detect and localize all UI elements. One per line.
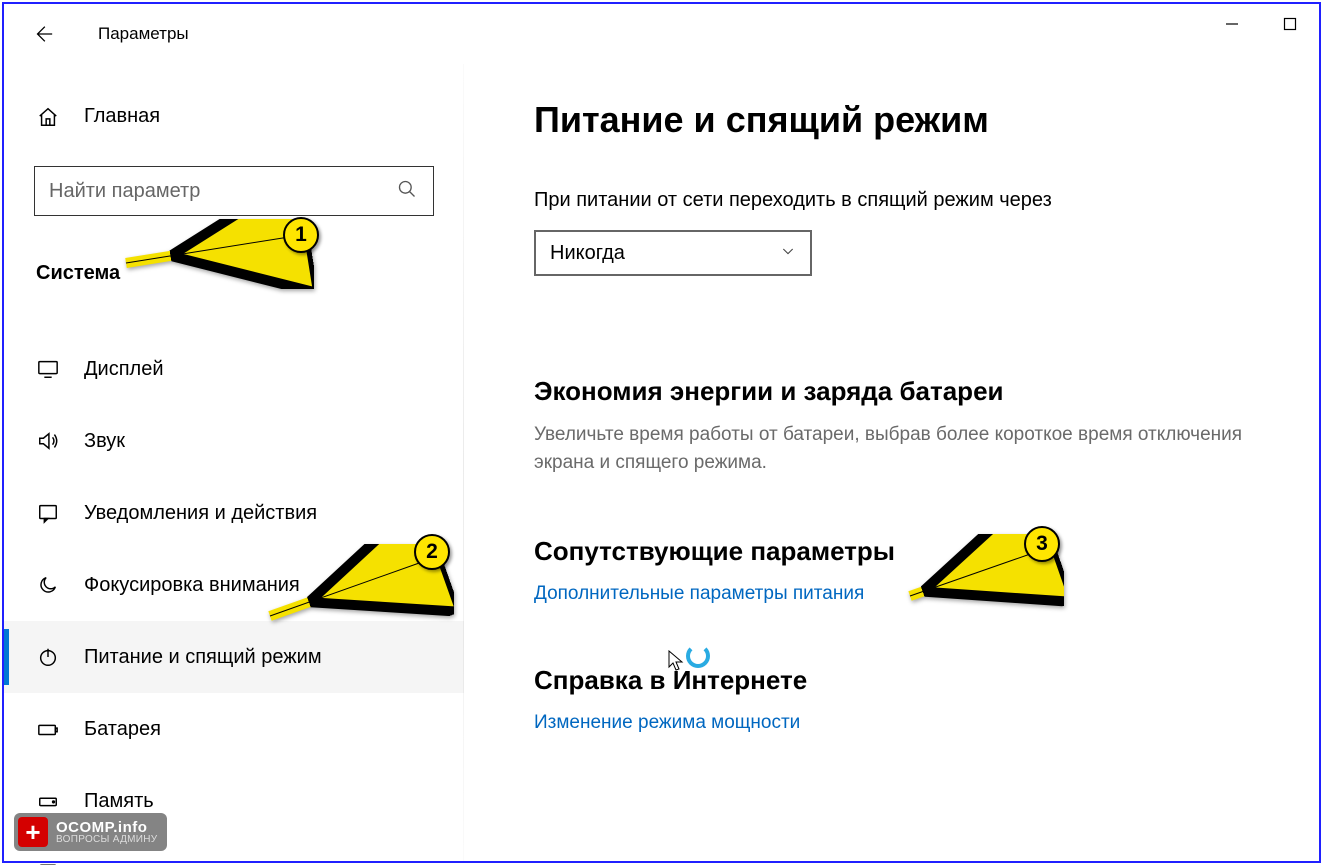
storage-icon	[36, 789, 60, 813]
nav-item-battery[interactable]: Батарея	[4, 693, 464, 765]
energy-heading: Экономия энергии и заряда батареи	[534, 376, 1289, 407]
related-link[interactable]: Дополнительные параметры питания	[534, 583, 1289, 605]
watermark-badge: + OCOMP.info ВОПРОСЫ АДМИНУ	[14, 813, 167, 851]
search-box[interactable]	[34, 166, 434, 216]
help-link[interactable]: Изменение режима мощности	[534, 712, 1289, 734]
battery-icon	[36, 717, 60, 741]
sleep-field-label: При питании от сети переходить в спящий …	[534, 189, 1289, 212]
nav-label: Планшет	[84, 862, 168, 865]
nav-item-focus[interactable]: Фокусировка внимания	[4, 549, 464, 621]
nav-label: Батарея	[84, 718, 161, 741]
back-button[interactable]	[18, 9, 68, 59]
watermark-line1: OCOMP.info	[56, 820, 157, 835]
help-heading: Справка в Интернете	[534, 665, 1289, 696]
related-heading: Сопутствующие параметры	[534, 536, 1289, 567]
home-icon	[36, 105, 60, 129]
nav-item-sound[interactable]: Звук	[4, 405, 464, 477]
search-input[interactable]	[49, 180, 419, 203]
nav-label: Питание и спящий режим	[84, 646, 322, 669]
sleep-select[interactable]: Никогда	[534, 230, 812, 276]
watermark-line2: ВОПРОСЫ АДМИНУ	[56, 835, 157, 845]
nav-label: Звук	[84, 430, 125, 453]
minimize-button[interactable]	[1203, 4, 1261, 44]
display-icon	[36, 357, 60, 381]
nav-label: Память	[84, 790, 154, 813]
content-panel: Питание и спящий режим При питании от се…	[464, 64, 1319, 861]
focus-icon	[36, 573, 60, 597]
power-icon	[36, 645, 60, 669]
sidebar: Главная Система	[4, 64, 464, 861]
window-controls	[1203, 4, 1319, 44]
nav-label: Фокусировка внимания	[84, 574, 300, 597]
nav-item-power[interactable]: Питание и спящий режим	[4, 621, 464, 693]
notifications-icon	[36, 501, 60, 525]
page-title: Питание и спящий режим	[534, 99, 1289, 141]
category-heading: Система	[4, 262, 464, 285]
home-nav-item[interactable]: Главная	[4, 89, 464, 144]
sound-icon	[36, 429, 60, 453]
plus-icon: +	[18, 817, 48, 847]
nav-item-display[interactable]: Дисплей	[4, 333, 464, 405]
window-title: Параметры	[98, 24, 189, 44]
search-icon	[397, 179, 417, 204]
sleep-select-value: Никогда	[550, 242, 625, 265]
home-label: Главная	[84, 105, 160, 128]
titlebar: Параметры	[4, 4, 1319, 64]
energy-text: Увеличьте время работы от батареи, выбра…	[534, 421, 1289, 476]
nav-item-notifications[interactable]: Уведомления и действия	[4, 477, 464, 549]
nav-list: Дисплей Звук Уве	[4, 333, 464, 865]
maximize-button[interactable]	[1261, 4, 1319, 44]
nav-label: Уведомления и действия	[84, 502, 317, 525]
nav-label: Дисплей	[84, 358, 164, 381]
chevron-down-icon	[780, 242, 796, 265]
tablet-icon	[36, 861, 60, 865]
settings-window: Параметры Главная	[2, 2, 1321, 863]
